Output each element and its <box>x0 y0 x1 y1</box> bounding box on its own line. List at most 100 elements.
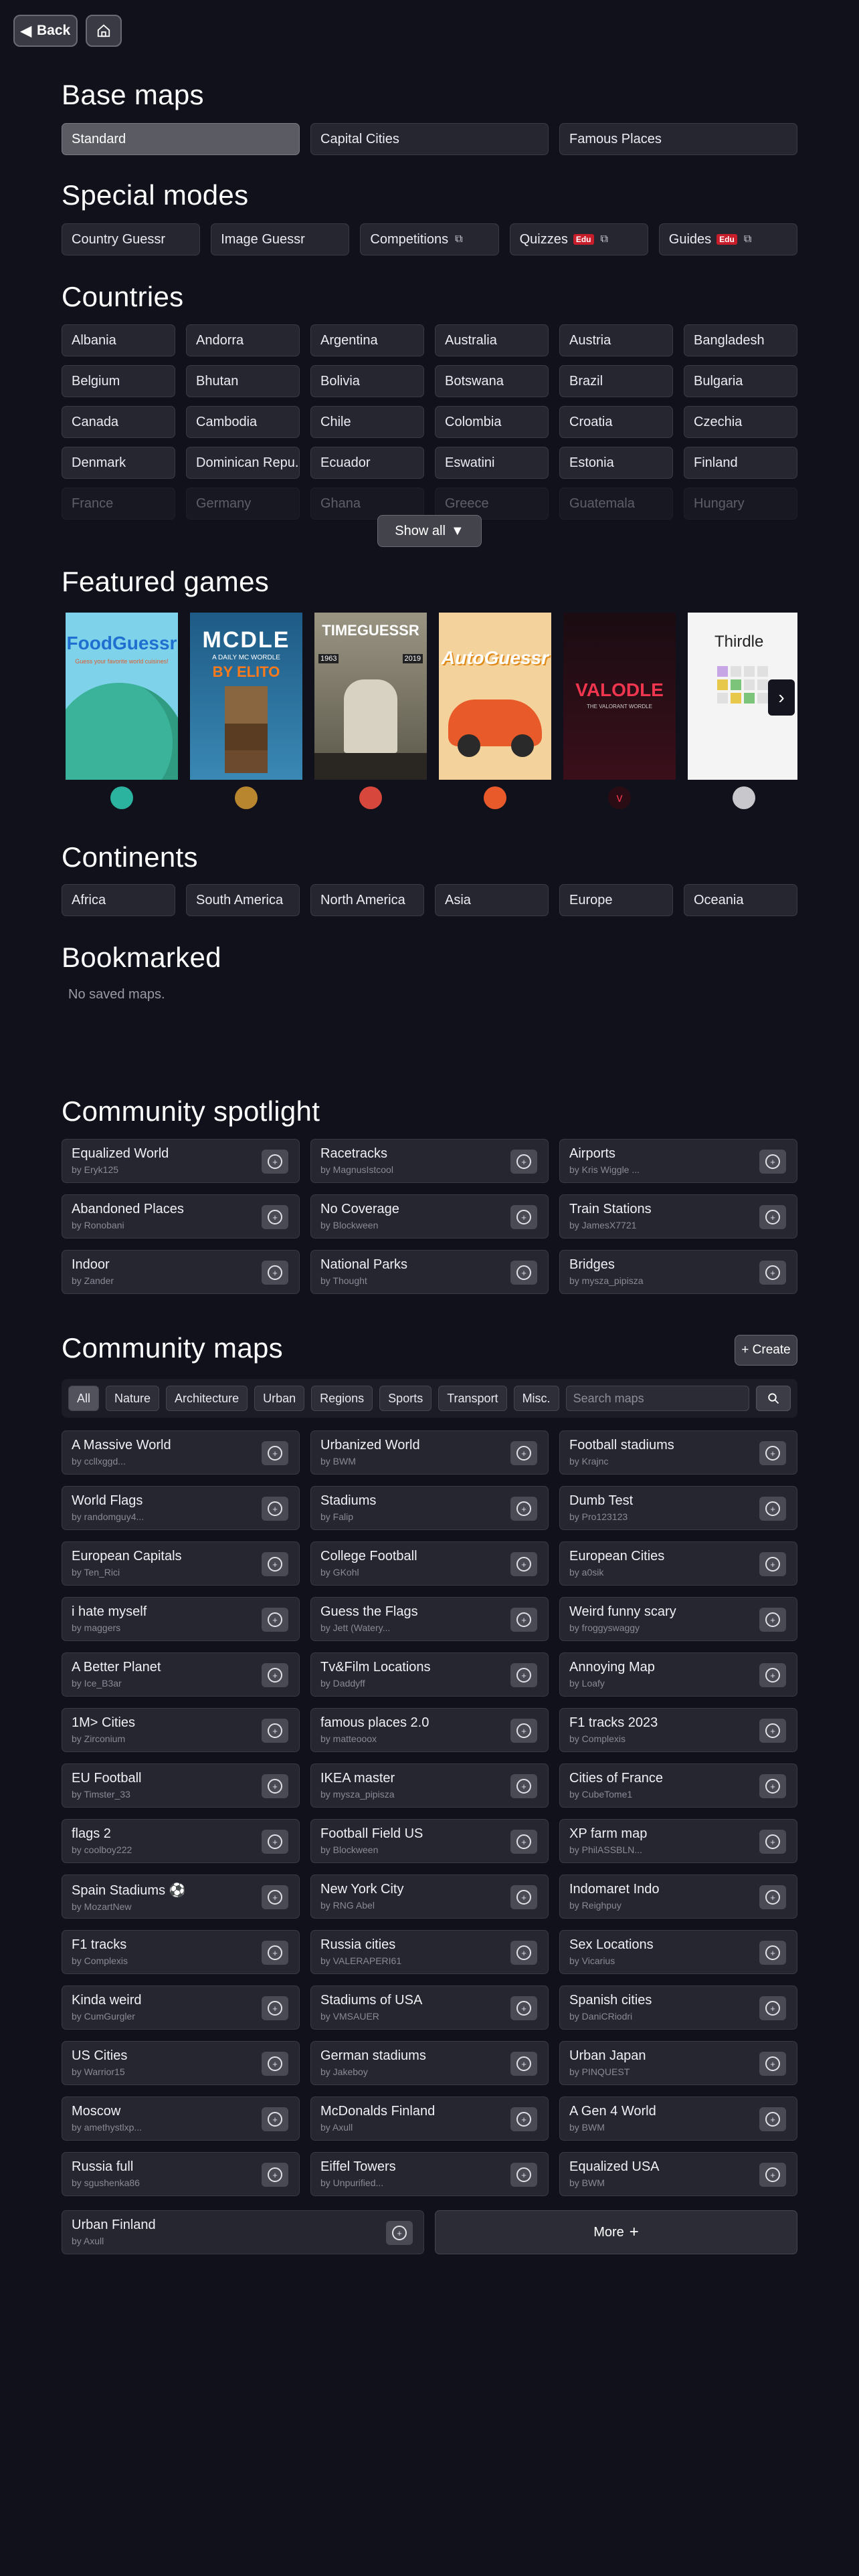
play-button[interactable]: + <box>759 1150 786 1174</box>
play-button[interactable]: + <box>759 1830 786 1854</box>
base-map-capital-cities[interactable]: Capital Cities <box>310 123 549 155</box>
play-button[interactable]: + <box>510 1441 537 1465</box>
play-button[interactable]: + <box>510 1205 537 1229</box>
play-button[interactable]: + <box>510 1774 537 1798</box>
play-button[interactable]: + <box>262 1608 288 1632</box>
carousel-next-button[interactable]: › <box>768 679 795 716</box>
map-card[interactable]: No Coverage by Blockween + <box>310 1194 549 1239</box>
map-card[interactable]: Racetracks by MagnusIstcool + <box>310 1139 549 1183</box>
map-card[interactable]: Indoor by Zander + <box>62 1250 300 1294</box>
country-finland[interactable]: Finland <box>684 447 797 479</box>
play-button[interactable]: + <box>262 1497 288 1521</box>
mode-competitions[interactable]: Competitions ⧉ <box>360 223 499 255</box>
country-guatemala[interactable]: Guatemala <box>559 488 673 520</box>
play-button[interactable]: + <box>510 1261 537 1285</box>
map-card[interactable]: Urbanized World by BWM + <box>310 1430 549 1475</box>
featured-game-timeguessr[interactable]: TIMEGUESSR 1963 2019 <box>314 613 427 809</box>
play-button[interactable]: + <box>262 1441 288 1465</box>
country-australia[interactable]: Australia <box>435 324 549 356</box>
country-bangladesh[interactable]: Bangladesh <box>684 324 797 356</box>
filter-nature[interactable]: Nature <box>106 1386 160 1411</box>
play-button[interactable]: + <box>262 1663 288 1687</box>
country-argentina[interactable]: Argentina <box>310 324 424 356</box>
map-card[interactable]: Cities of France by CubeTome1 + <box>559 1763 797 1808</box>
map-card[interactable]: Stadiums by Falip + <box>310 1486 549 1530</box>
country-bulgaria[interactable]: Bulgaria <box>684 365 797 397</box>
country-dominican-repu[interactable]: Dominican Repu... <box>186 447 300 479</box>
featured-game-valodle[interactable]: VALODLE THE VALORANT WORDLE v <box>563 613 676 809</box>
map-card[interactable]: flags 2 by coolboy222 + <box>62 1819 300 1863</box>
map-card[interactable]: Russia cities by VALERAPERI61 + <box>310 1930 549 1974</box>
play-button[interactable]: + <box>759 1663 786 1687</box>
play-button[interactable]: + <box>759 1552 786 1576</box>
continent-europe[interactable]: Europe <box>559 884 673 916</box>
play-button[interactable]: + <box>759 1774 786 1798</box>
map-card[interactable]: Moscow by amethystlxp... + <box>62 2097 300 2141</box>
play-button[interactable]: + <box>759 1719 786 1743</box>
map-card[interactable]: Kinda weird by CumGurgler + <box>62 1985 300 2030</box>
country-eswatini[interactable]: Eswatini <box>435 447 549 479</box>
map-card[interactable]: European Capitals by Ten_Rici + <box>62 1541 300 1586</box>
country-denmark[interactable]: Denmark <box>62 447 175 479</box>
continent-north-america[interactable]: North America <box>310 884 424 916</box>
play-button[interactable]: + <box>510 1885 537 1909</box>
search-input[interactable]: Search maps <box>565 1386 749 1411</box>
play-button[interactable]: + <box>759 1441 786 1465</box>
play-button[interactable]: + <box>510 1941 537 1965</box>
map-card[interactable]: German stadiums by Jakeboy + <box>310 2041 549 2085</box>
country-hungary[interactable]: Hungary <box>684 488 797 520</box>
country-croatia[interactable]: Croatia <box>559 406 673 438</box>
map-card[interactable]: 1M> Cities by Zirconium + <box>62 1708 300 1752</box>
map-card[interactable]: Annoying Map by Loafy + <box>559 1652 797 1697</box>
play-button[interactable]: + <box>262 1830 288 1854</box>
map-card[interactable]: Equalized USA by BWM + <box>559 2152 797 2196</box>
map-card[interactable]: A Gen 4 World by BWM + <box>559 2097 797 2141</box>
play-button[interactable]: + <box>262 1719 288 1743</box>
search-button[interactable] <box>756 1386 791 1411</box>
home-button[interactable] <box>86 15 122 47</box>
play-button[interactable]: + <box>759 1608 786 1632</box>
map-card[interactable]: Dumb Test by Pro123123 + <box>559 1486 797 1530</box>
country-bolivia[interactable]: Bolivia <box>310 365 424 397</box>
mode-country-guessr[interactable]: Country Guessr <box>62 223 201 255</box>
map-card[interactable]: i hate myself by maggers + <box>62 1597 300 1641</box>
back-button[interactable]: ◀ Back <box>13 15 78 47</box>
map-card[interactable]: McDonalds Finland by Axull + <box>310 2097 549 2141</box>
map-card[interactable]: Indomaret Indo by Reighpuy + <box>559 1874 797 1919</box>
country-bhutan[interactable]: Bhutan <box>186 365 300 397</box>
play-button[interactable]: + <box>759 1941 786 1965</box>
play-button[interactable]: + <box>262 1885 288 1909</box>
continent-africa[interactable]: Africa <box>62 884 175 916</box>
play-button[interactable]: + <box>262 1941 288 1965</box>
play-button[interactable]: + <box>510 1552 537 1576</box>
play-button[interactable]: + <box>262 1552 288 1576</box>
map-card[interactable]: EU Football by Timster_33 + <box>62 1763 300 1808</box>
country-canada[interactable]: Canada <box>62 406 175 438</box>
map-card[interactable]: Stadiums of USA by VMSAUER + <box>310 1985 549 2030</box>
map-card[interactable]: Tv&Film Locations by Daddyff + <box>310 1652 549 1697</box>
play-button[interactable]: + <box>759 2107 786 2131</box>
map-card[interactable]: F1 tracks 2023 by Complexis + <box>559 1708 797 1752</box>
map-card[interactable]: Equalized World by Eryk125 + <box>62 1139 300 1183</box>
play-button[interactable]: + <box>262 2107 288 2131</box>
country-andorra[interactable]: Andorra <box>186 324 300 356</box>
featured-game-foodguessr[interactable]: FoodGuessr Guess your favorite world cui… <box>66 613 178 809</box>
country-botswana[interactable]: Botswana <box>435 365 549 397</box>
map-card[interactable]: College Football by GKohl + <box>310 1541 549 1586</box>
continent-asia[interactable]: Asia <box>435 884 549 916</box>
country-czechia[interactable]: Czechia <box>684 406 797 438</box>
map-card[interactable]: IKEA master by mysza_pipisza + <box>310 1763 549 1808</box>
play-button[interactable]: + <box>262 1996 288 2020</box>
country-colombia[interactable]: Colombia <box>435 406 549 438</box>
country-cambodia[interactable]: Cambodia <box>186 406 300 438</box>
play-button[interactable]: + <box>759 1205 786 1229</box>
play-button[interactable]: + <box>262 2052 288 2076</box>
map-card[interactable]: US Cities by Warrior15 + <box>62 2041 300 2085</box>
map-card[interactable]: Train Stations by JamesX7721 + <box>559 1194 797 1239</box>
map-card[interactable]: Spain Stadiums ⚽ by MozartNew + <box>62 1874 300 1919</box>
mode-image-guessr[interactable]: Image Guessr <box>211 223 350 255</box>
map-card-urban-finland[interactable]: Urban Finland by Axull + <box>62 2210 424 2254</box>
play-button[interactable]: + <box>262 1150 288 1174</box>
filter-urban[interactable]: Urban <box>254 1386 305 1411</box>
country-austria[interactable]: Austria <box>559 324 673 356</box>
